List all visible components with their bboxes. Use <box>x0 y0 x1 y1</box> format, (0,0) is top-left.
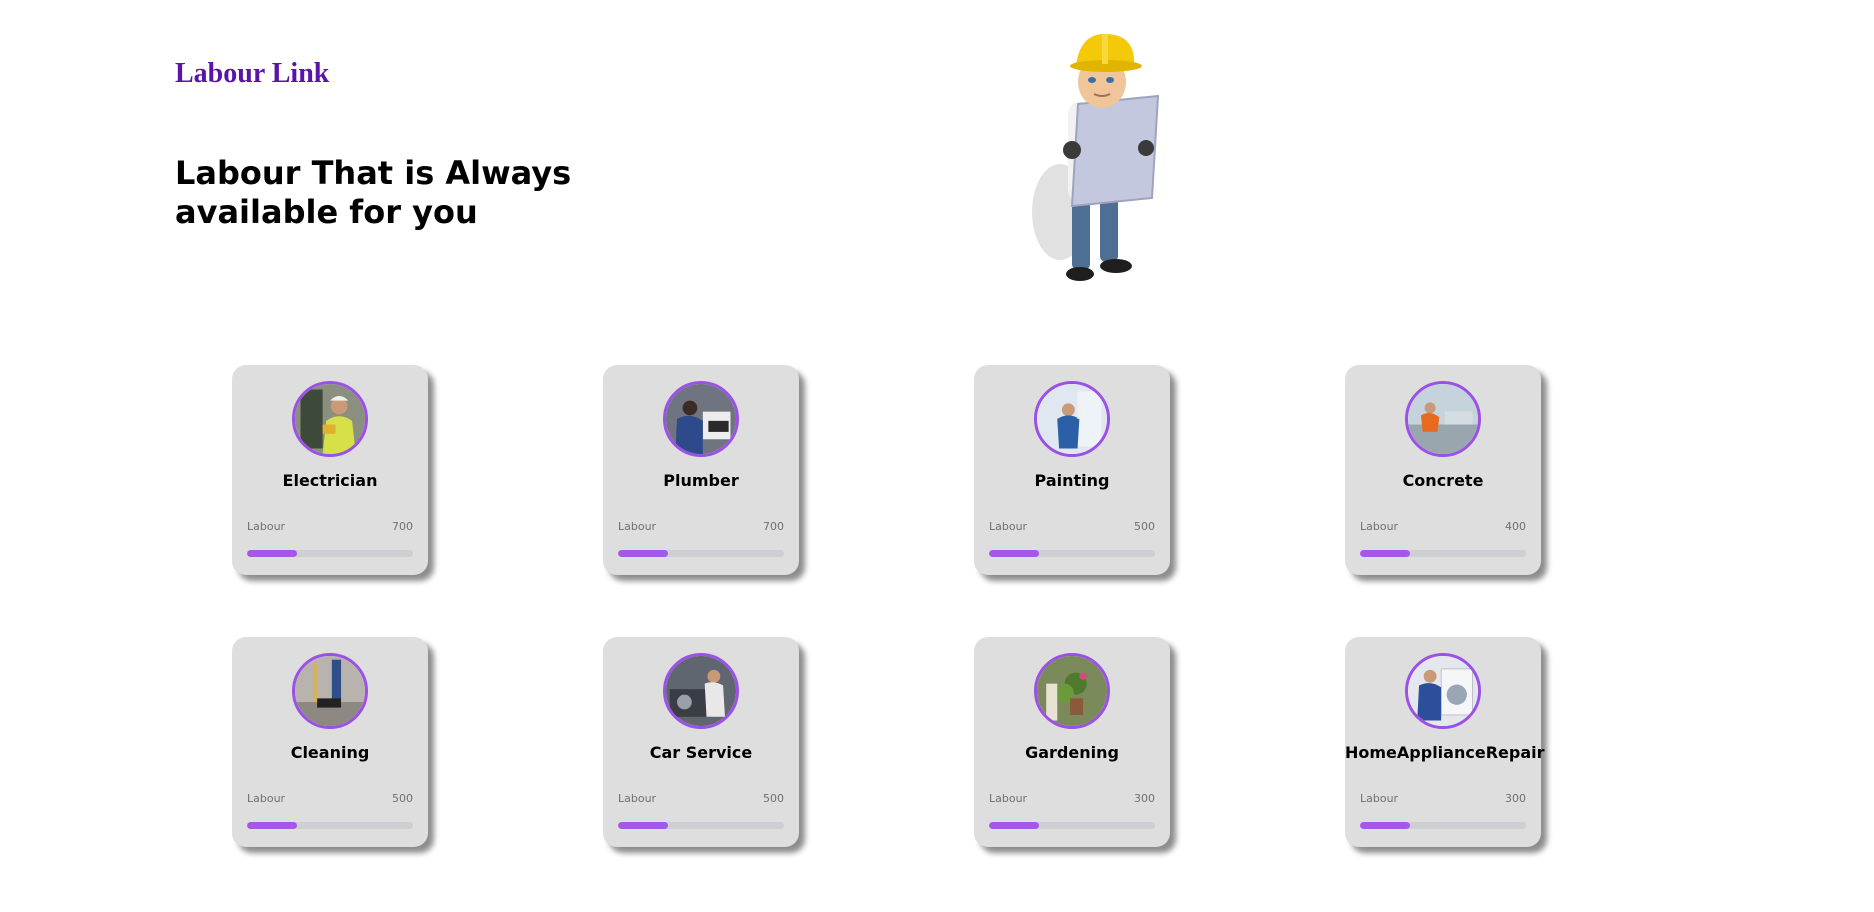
progress-fill <box>247 550 297 557</box>
gardening-photo-icon <box>1034 653 1110 729</box>
card-meta: Labour 300 <box>989 792 1155 805</box>
construction-worker-icon <box>1020 22 1180 290</box>
painter-photo-icon <box>1034 381 1110 457</box>
service-card-car-service[interactable]: Car Service Labour 500 <box>603 637 799 847</box>
card-title: Cleaning <box>290 743 370 762</box>
card-value: 300 <box>1505 792 1526 805</box>
card-title: Electrician <box>282 471 378 490</box>
card-meta: Labour 400 <box>1360 520 1526 533</box>
service-card-electrician[interactable]: Electrician Labour 700 <box>232 365 428 575</box>
card-label: Labour <box>1360 520 1399 533</box>
service-card-painting[interactable]: Painting Labour 500 <box>974 365 1170 575</box>
card-label: Labour <box>618 520 657 533</box>
card-value: 500 <box>392 792 413 805</box>
progress-fill <box>1360 822 1410 829</box>
progress-bar <box>1360 822 1526 829</box>
progress-bar <box>247 550 413 557</box>
service-card-plumber[interactable]: Plumber Labour 700 <box>603 365 799 575</box>
service-card-grid: Electrician Labour 700 Plumber Labour 70… <box>232 365 1545 847</box>
card-value: 400 <box>1505 520 1526 533</box>
service-card-concrete[interactable]: Concrete Labour 400 <box>1345 365 1541 575</box>
service-card-home-appliance-repair[interactable]: HomeApplianceRepair Labour 300 <box>1345 637 1545 847</box>
card-value: 700 <box>392 520 413 533</box>
card-title: Gardening <box>1025 743 1119 762</box>
card-title: Painting <box>1034 471 1110 490</box>
progress-fill <box>618 550 668 557</box>
card-label: Labour <box>989 792 1028 805</box>
car-service-photo-icon <box>663 653 739 729</box>
progress-bar <box>1360 550 1526 557</box>
cleaning-photo-icon <box>292 653 368 729</box>
progress-bar <box>618 822 784 829</box>
progress-bar <box>247 822 413 829</box>
service-card-gardening[interactable]: Gardening Labour 300 <box>974 637 1170 847</box>
progress-fill <box>1360 550 1410 557</box>
card-meta: Labour 700 <box>247 520 413 533</box>
progress-bar <box>989 550 1155 557</box>
card-meta: Labour 500 <box>618 792 784 805</box>
card-label: Labour <box>1360 792 1399 805</box>
card-label: Labour <box>618 792 657 805</box>
progress-bar <box>989 822 1155 829</box>
appliance-repair-photo-icon <box>1405 653 1481 729</box>
card-label: Labour <box>247 792 286 805</box>
electrician-photo-icon <box>292 381 368 457</box>
card-label: Labour <box>247 520 286 533</box>
brand-logo[interactable]: Labour Link <box>175 58 329 90</box>
card-value: 700 <box>763 520 784 533</box>
card-value: 500 <box>763 792 784 805</box>
card-value: 500 <box>1134 520 1155 533</box>
concrete-photo-icon <box>1405 381 1481 457</box>
card-label: Labour <box>989 520 1028 533</box>
progress-fill <box>247 822 297 829</box>
progress-fill <box>989 822 1039 829</box>
hero-headline: Labour That is Always available for you <box>175 154 572 231</box>
card-meta: Labour 500 <box>989 520 1155 533</box>
card-title: HomeApplianceRepair <box>1345 743 1545 762</box>
card-meta: Labour 300 <box>1360 792 1526 805</box>
plumber-photo-icon <box>663 381 739 457</box>
progress-bar <box>618 550 784 557</box>
card-meta: Labour 500 <box>247 792 413 805</box>
card-title: Plumber <box>663 471 739 490</box>
progress-fill <box>618 822 668 829</box>
card-meta: Labour 700 <box>618 520 784 533</box>
service-card-cleaning[interactable]: Cleaning Labour 500 <box>232 637 428 847</box>
progress-fill <box>989 550 1039 557</box>
card-title: Car Service <box>649 743 753 762</box>
card-title: Concrete <box>1402 471 1484 490</box>
card-value: 300 <box>1134 792 1155 805</box>
